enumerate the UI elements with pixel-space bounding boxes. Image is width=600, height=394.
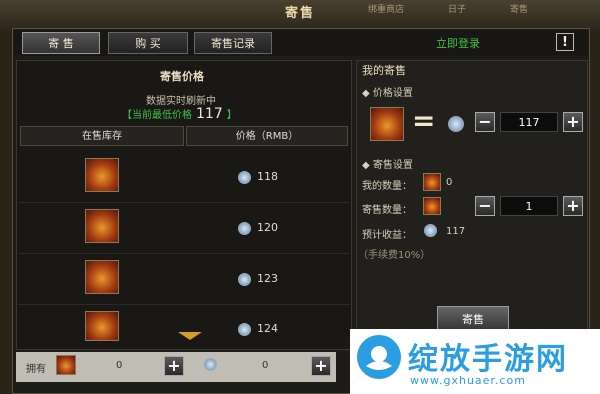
refresh-note: 数据实时刷新中: [146, 96, 216, 107]
currency-icon: [424, 224, 437, 237]
sell-qty-label: 寄售数量：: [362, 205, 412, 216]
price-settings-label: 价格设置: [372, 88, 413, 99]
sell-settings-header: ◆ 寄售设置: [362, 160, 413, 171]
price-value: 120: [257, 221, 278, 234]
equals-sign: =: [412, 104, 436, 137]
item-icon[interactable]: [85, 158, 119, 192]
fee-note: （手续费10%）: [358, 250, 431, 261]
watermark-text: 绽放手游网: [408, 342, 568, 377]
watermark-url: www.gxhuaer.com: [410, 374, 526, 387]
sell-settings-label: 寄售设置: [372, 160, 413, 171]
price-increase-button[interactable]: +: [563, 112, 583, 132]
sell-qty-input[interactable]: 1: [500, 196, 558, 216]
price-settings-header: ◆ 价格设置: [362, 88, 413, 99]
row-price: 118: [238, 170, 278, 184]
lowest-price-label: 【当前最低价格 117】: [122, 106, 237, 122]
tab-sell-records[interactable]: 寄售记录: [194, 32, 272, 54]
currency-icon: [448, 116, 464, 132]
lowest-label-text: 【当前最低价格: [122, 110, 192, 121]
currency-icon: [238, 170, 251, 184]
own-label: 拥有: [26, 364, 46, 375]
add-currency-button[interactable]: +: [311, 356, 331, 376]
top-nav-item-2[interactable]: 日子: [448, 2, 466, 15]
item-small-icon: [56, 355, 76, 375]
item-small-icon: [423, 197, 441, 215]
item-icon[interactable]: [85, 209, 119, 243]
my-qty-value: 0: [446, 177, 453, 188]
lowest-suffix: 】: [226, 110, 237, 121]
own-count: 0: [116, 360, 123, 371]
item-icon[interactable]: [85, 260, 119, 294]
currency-icon: [204, 358, 217, 371]
price-value: 118: [257, 170, 278, 183]
top-nav-item-1[interactable]: 绑重商店: [368, 2, 404, 15]
currency-icon: [238, 221, 251, 235]
price-value: 123: [257, 272, 278, 285]
scroll-down-arrow-icon[interactable]: [178, 332, 202, 340]
price-input[interactable]: 117: [500, 112, 558, 132]
item-small-icon: [423, 173, 441, 191]
item-icon[interactable]: [85, 311, 119, 341]
row-price: 124: [238, 322, 278, 336]
column-header-stock: 在售库存: [20, 126, 184, 146]
income-value: 117: [446, 226, 466, 237]
add-item-button[interactable]: +: [164, 356, 184, 376]
tab-buy[interactable]: 购 买: [108, 32, 188, 54]
price-value: 124: [257, 322, 278, 335]
column-header-price: 价格（RMB）: [186, 126, 348, 146]
tab-sell[interactable]: 寄 售: [22, 32, 100, 54]
row-divider: [18, 202, 350, 203]
currency-icon: [238, 322, 251, 336]
currency-icon: [238, 272, 251, 286]
row-price: 120: [238, 221, 278, 235]
tab-bar: [14, 30, 588, 56]
qty-increase-button[interactable]: +: [563, 196, 583, 216]
alert-icon[interactable]: !: [556, 33, 574, 51]
my-sell-title: 我的寄售: [362, 64, 406, 77]
row-divider: [18, 253, 350, 254]
currency-count: 0: [262, 360, 269, 371]
market-title: 寄售价格: [160, 70, 204, 83]
row-price: 123: [238, 272, 278, 286]
income-label: 预计收益：: [362, 230, 412, 241]
qty-decrease-button[interactable]: −: [475, 196, 495, 216]
row-divider: [18, 304, 350, 305]
watermark-logo-icon: [357, 335, 401, 379]
price-decrease-button[interactable]: −: [475, 112, 495, 132]
my-qty-label: 我的数量：: [362, 181, 412, 192]
lowest-value: 117: [196, 106, 223, 122]
top-nav-item-3[interactable]: 寄售: [510, 2, 528, 15]
item-icon: [370, 107, 404, 141]
login-link[interactable]: 立即登录: [436, 35, 480, 51]
